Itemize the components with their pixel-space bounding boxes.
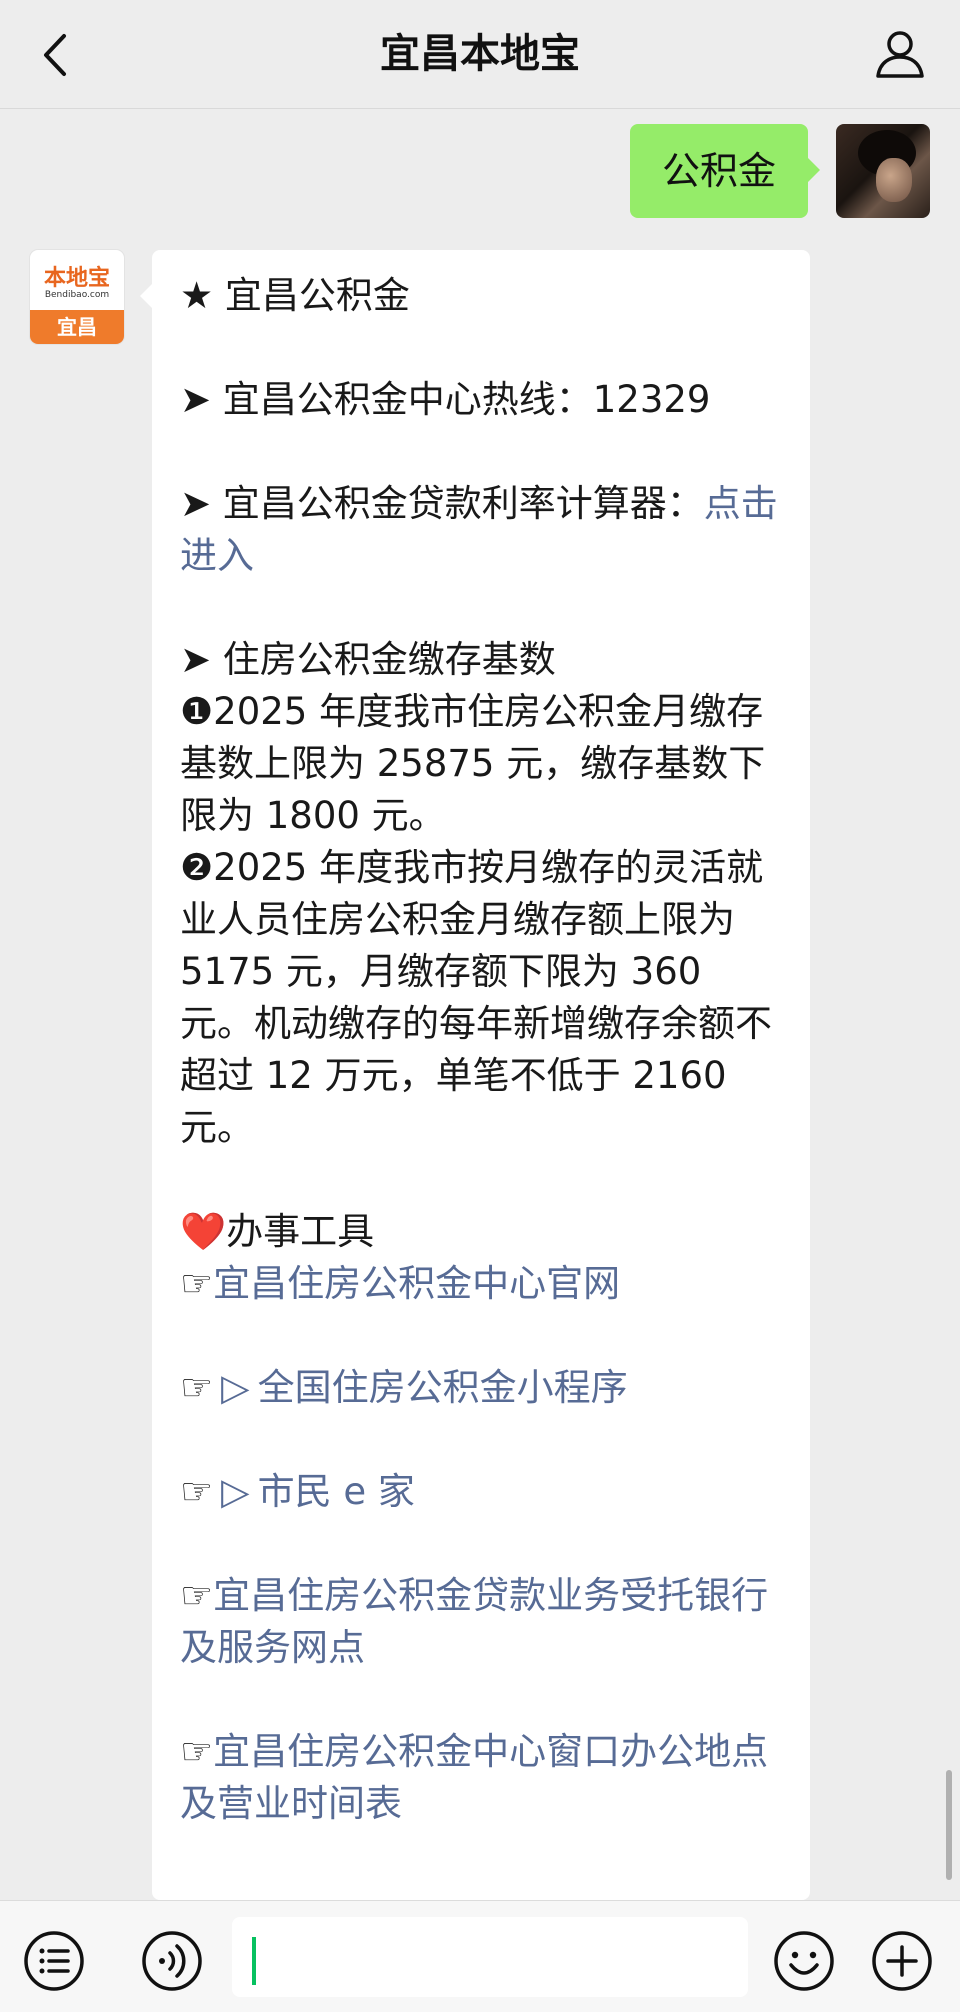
user-message-bubble[interactable]: 公积金 <box>629 124 821 218</box>
voice-icon[interactable] <box>140 1929 204 1993</box>
emoji-icon[interactable] <box>772 1929 836 1993</box>
user-message-text: 公积金 <box>661 149 776 193</box>
tool-link-label[interactable]: 宜昌住房公积金中心官网 <box>213 1262 620 1305</box>
pointing-hand-icon: ☞ <box>180 1730 214 1773</box>
tool-link-loan-banks[interactable]: ☞宜昌住房公积金贷款业务受托银行及服务网点 <box>180 1570 785 1674</box>
bot-message-bubble: ★ 宜昌公积金 ➤ 宜昌公积金中心热线：12329 ➤ 宜昌公积金贷款利率计算器… <box>140 250 810 1900</box>
tool-link-office-hours[interactable]: ☞宜昌住房公积金中心窗口办公地点及营业时间表 <box>180 1726 785 1830</box>
text-cursor <box>252 1937 256 1985</box>
chat-title: 宜昌本地宝 <box>380 31 580 77</box>
play-triangle-icon: ▷ <box>221 1470 250 1513</box>
tool-link-label[interactable]: 宜昌住房公积金贷款业务受托银行及服务网点 <box>180 1574 768 1669</box>
calculator-line: ➤ 宜昌公积金贷款利率计算器：点击进入 <box>180 478 785 582</box>
chat-scrollbar[interactable] <box>946 1770 952 1880</box>
pointing-hand-icon: ☞ <box>180 1470 214 1513</box>
play-triangle-icon: ▷ <box>221 1366 250 1409</box>
pointing-hand-icon: ☞ <box>180 1366 214 1409</box>
avatar-face <box>876 158 912 202</box>
tool-link-label[interactable]: 宜昌住房公积金中心窗口办公地点及营业时间表 <box>180 1730 768 1825</box>
chat-input-bar <box>0 1900 960 2012</box>
tool-link-label[interactable]: 全国住房公积金小程序 <box>258 1366 628 1409</box>
tool-link-mini-program[interactable]: ☞ ▷ 全国住房公积金小程序 <box>180 1362 785 1414</box>
top-navigation-bar: 宜昌本地宝 <box>0 0 960 109</box>
base-heading: ➤ 住房公积金缴存基数 <box>180 638 556 681</box>
logo-brand-text: 本地宝 <box>43 266 110 291</box>
tool-link-label[interactable]: 市民 e 家 <box>258 1470 415 1513</box>
base-item-2: ❷2025 年度我市按月缴存的灵活就业人员住房公积金月缴存额上限为 5175 元… <box>180 846 772 1149</box>
bot-message-content: ★ 宜昌公积金 ➤ 宜昌公积金中心热线：12329 ➤ 宜昌公积金贷款利率计算器… <box>180 270 785 1830</box>
tools-heading: ❤️办事工具 <box>180 1210 375 1253</box>
message-title: ★ 宜昌公积金 <box>180 274 410 317</box>
message-input[interactable] <box>232 1917 748 1997</box>
logo-url-text: Bendibao.com <box>44 290 110 300</box>
tool-link-citizen-home[interactable]: ☞ ▷ 市民 e 家 <box>180 1466 785 1518</box>
user-avatar[interactable] <box>836 124 930 218</box>
base-item-1: ❶2025 年度我市住房公积金月缴存基数上限为 25875 元，缴存基数下限为 … <box>180 690 766 837</box>
plus-icon[interactable] <box>870 1929 934 1993</box>
hotline-line: ➤ 宜昌公积金中心热线：12329 <box>180 378 711 421</box>
menu-list-icon[interactable] <box>22 1929 86 1993</box>
person-icon[interactable] <box>872 26 928 82</box>
pointing-hand-icon: ☞ <box>180 1574 214 1617</box>
official-account-avatar[interactable]: 本地宝 Bendibao.com 宜昌 <box>30 250 124 344</box>
tool-link-official-site[interactable]: ☞宜昌住房公积金中心官网 <box>180 1258 785 1310</box>
calculator-label: ➤ 宜昌公积金贷款利率计算器： <box>180 482 704 525</box>
logo-city-text: 宜昌 <box>30 310 124 344</box>
pointing-hand-icon: ☞ <box>180 1262 214 1305</box>
